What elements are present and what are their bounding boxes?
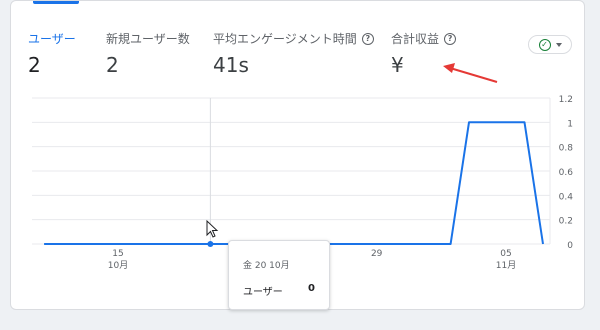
chart-tooltip: 金 20 10月 ユーザー 0 — [228, 240, 330, 310]
chart-gridlines — [32, 97, 551, 245]
hover-point — [207, 241, 214, 247]
y-tick-label: 0.8 — [559, 144, 574, 154]
series-line — [44, 121, 544, 245]
y-tick-label: 0.2 — [559, 217, 573, 227]
y-axis-labels: 0 0.2 0.4 0.6 0.8 1 1.2 — [559, 95, 574, 251]
x-tick-label: 15 — [112, 249, 123, 259]
tooltip-value: 0 — [308, 283, 315, 294]
y-tick-label: 0 — [567, 241, 573, 251]
x-tick-sublabel: 10月 — [108, 260, 128, 271]
tooltip-date: 金 20 10月 — [243, 261, 290, 271]
x-tick-sublabel: 11月 — [496, 260, 516, 271]
x-tick-label: 05 — [500, 249, 511, 259]
x-tick-label: 29 — [371, 249, 383, 259]
annotation-arrow-head-icon — [443, 63, 455, 73]
annotation-arrow-line — [449, 67, 498, 83]
y-tick-label: 0.4 — [559, 192, 574, 202]
tooltip-label: ユーザー — [243, 287, 283, 298]
y-tick-label: 1.2 — [559, 95, 573, 105]
y-tick-label: 0.6 — [559, 168, 574, 178]
chart-series — [44, 121, 544, 245]
y-tick-label: 1 — [567, 119, 573, 129]
mouse-cursor-icon — [206, 219, 219, 238]
